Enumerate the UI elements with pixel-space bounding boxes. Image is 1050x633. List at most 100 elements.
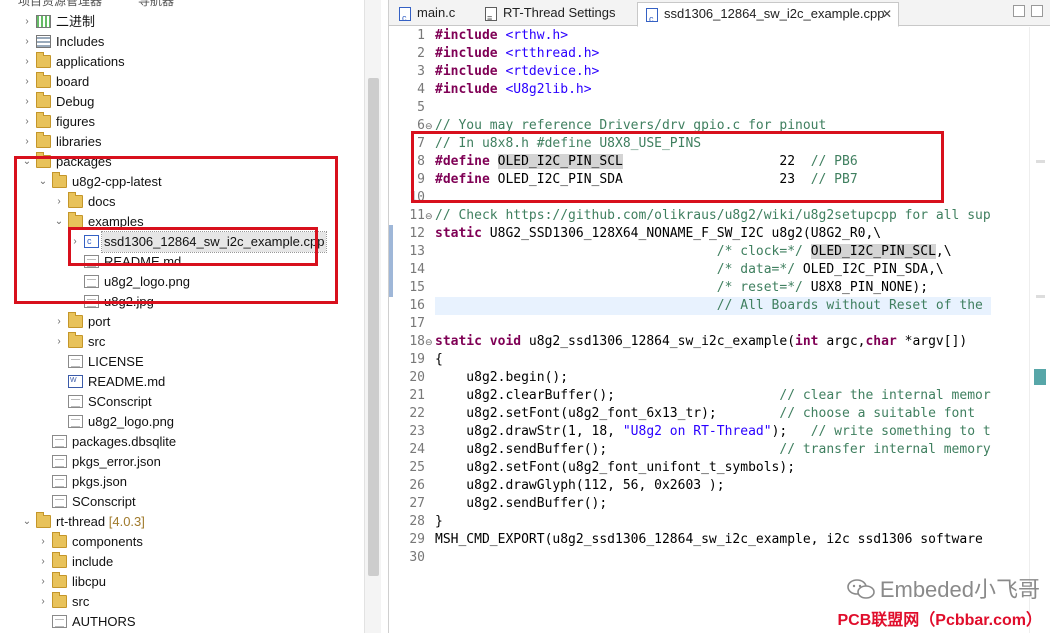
tree-scrollbar[interactable] — [364, 0, 381, 633]
tree-item[interactable]: › libcpu — [0, 572, 362, 592]
code-line: { — [435, 351, 443, 369]
code-line: // In u8x8.h #define U8X8_USE_PINS — [435, 135, 701, 153]
chevron-down-icon[interactable]: ⌄ — [22, 152, 32, 172]
wechat-watermark: Embeded小飞哥 — [846, 572, 1040, 604]
tree-item[interactable]: SConscript — [0, 492, 362, 512]
chevron-right-icon[interactable]: › — [22, 32, 32, 52]
tree-item[interactable]: › 二进制 — [0, 12, 362, 32]
minimize-icon[interactable] — [1013, 5, 1025, 17]
code-token: /* reset=*/ — [716, 280, 811, 295]
tree-item[interactable]: packages.dbsqlite — [0, 432, 362, 452]
tree-item-label: SConscript — [72, 494, 136, 509]
chevron-right-icon[interactable]: › — [22, 132, 32, 152]
tree-item[interactable]: ⌄ u8g2-cpp-latest — [0, 172, 362, 192]
chevron-down-icon[interactable]: ⌄ — [54, 212, 64, 232]
fold-toggle-icon[interactable]: ⊖ — [425, 333, 433, 351]
code-token: <rtthread.h> — [505, 46, 600, 61]
overview-mark — [1036, 160, 1045, 163]
tree-item-label: pkgs.json — [72, 474, 127, 489]
tab-main-c[interactable]: main.c — [391, 2, 475, 29]
chevron-right-icon[interactable]: › — [70, 232, 80, 252]
tree-item[interactable]: › include — [0, 552, 362, 572]
overview-position-marker[interactable] — [1034, 369, 1046, 385]
tab-ssd1306-example[interactable]: ssd1306_12864_sw_i2c_example.cpp ✕ — [637, 2, 899, 30]
line-number: 15 — [409, 280, 425, 295]
maximize-icon[interactable] — [1031, 5, 1043, 17]
tree-item[interactable]: README.md — [0, 252, 362, 272]
tree-item[interactable]: › ssd1306_12864_sw_i2c_example.cpp — [0, 231, 362, 253]
tree-item-label: u8g2.jpg — [104, 294, 154, 309]
code-token: // All Boards without Reset of the Displ… — [716, 298, 991, 313]
tree-item[interactable]: › figures — [0, 112, 362, 132]
tab-rt-thread-settings[interactable]: RT-Thread Settings — [477, 2, 635, 29]
overview-ruler[interactable] — [1029, 27, 1049, 633]
tree-item[interactable]: u8g2_logo.png — [0, 272, 362, 292]
change-marker — [389, 225, 393, 243]
line-number: 25 — [409, 460, 425, 475]
code-token: int — [795, 334, 827, 349]
code-token: OLED_I2C_PIN_SCL — [810, 244, 936, 259]
tree-item[interactable]: ⌄ packages — [0, 152, 362, 172]
tree-item[interactable]: › Debug — [0, 92, 362, 112]
chevron-right-icon[interactable]: › — [38, 592, 48, 612]
code-line: static void u8g2_ssd1306_12864_sw_i2c_ex… — [435, 333, 967, 351]
tree-item[interactable]: README.md — [0, 372, 362, 392]
code-token: #include — [435, 82, 506, 97]
code-token: // You may reference Drivers/drv_gpio.c … — [435, 118, 827, 133]
code-token: argc, — [826, 334, 866, 349]
tree-item[interactable]: AUTHORS — [0, 612, 362, 632]
tree-item[interactable]: › Includes — [0, 32, 362, 52]
tree-item[interactable]: SConscript — [0, 392, 362, 412]
tree-item[interactable]: › libraries — [0, 132, 362, 152]
tree-item[interactable]: › src — [0, 332, 362, 352]
tree-item-label: libraries — [56, 134, 102, 149]
code-editor[interactable]: 1 2 3 4 5 6 ⊖ 7 8 9 10 11 ⊖ 12 13 14 15 16 17 18 ⊖ 19 20 21 22 23… — [389, 27, 1050, 633]
fold-toggle-icon[interactable]: ⊖ — [425, 207, 433, 225]
tree-item[interactable]: pkgs.json — [0, 472, 362, 492]
chevron-right-icon[interactable]: › — [22, 92, 32, 112]
close-icon[interactable]: ✕ — [882, 3, 892, 25]
tree-item[interactable]: u8g2_logo.png — [0, 412, 362, 432]
code-token: static void — [435, 334, 529, 349]
tree-item[interactable]: › applications — [0, 52, 362, 72]
project-explorer-tab[interactable]: 项目资源管理器 — [18, 0, 102, 8]
tree-item[interactable]: › board — [0, 72, 362, 92]
chevron-down-icon[interactable]: ⌄ — [38, 172, 48, 192]
chevron-right-icon[interactable]: › — [22, 52, 32, 72]
code-token: /* clock=*/ — [716, 244, 811, 259]
tree-scrollbar-thumb[interactable] — [368, 78, 379, 576]
line-number: 2 — [417, 46, 425, 61]
chevron-right-icon[interactable]: › — [38, 572, 48, 592]
code-area[interactable]: #include <rthw.h> #include <rtthread.h> #i… — [435, 27, 991, 633]
chevron-right-icon[interactable]: › — [38, 552, 48, 572]
tree-item-label: figures — [56, 114, 96, 129]
chevron-down-icon[interactable]: ⌄ — [22, 512, 32, 532]
chevron-right-icon[interactable]: › — [38, 532, 48, 552]
tree-item-label: examples — [88, 214, 144, 229]
tree-item[interactable]: › components — [0, 532, 362, 552]
tree-item[interactable]: ⌄ rt-thread [4.0.3] — [0, 512, 362, 532]
tree-item[interactable]: › port — [0, 312, 362, 332]
tree-item[interactable]: LICENSE — [0, 352, 362, 372]
navigator-tab[interactable]: 导航器 — [138, 0, 174, 8]
line-number: 1 — [417, 28, 425, 43]
chevron-right-icon[interactable]: › — [22, 112, 32, 132]
line-number: 11 — [409, 208, 425, 223]
code-token: <U8g2lib.h> — [505, 82, 592, 97]
tree-item[interactable]: u8g2.jpg — [0, 292, 362, 312]
tree-item-label: packages.dbsqlite — [72, 434, 177, 449]
code-token: // write something to the internal memor… — [810, 424, 991, 439]
chevron-right-icon[interactable]: › — [54, 332, 64, 352]
fold-toggle-icon[interactable]: ⊖ — [425, 117, 433, 135]
chevron-right-icon[interactable]: › — [22, 72, 32, 92]
tree-item-label: Includes — [56, 34, 105, 49]
chevron-right-icon[interactable]: › — [54, 192, 64, 212]
tree-item[interactable]: ⌄ examples — [0, 212, 362, 232]
tree-item[interactable]: pkgs_error.json — [0, 452, 362, 472]
chevron-right-icon[interactable]: › — [22, 12, 32, 32]
tree-item[interactable]: › src — [0, 592, 362, 612]
chevron-right-icon[interactable]: › — [54, 312, 64, 332]
version-label: [4.0.3] — [105, 514, 145, 529]
tree-item[interactable]: › docs — [0, 192, 362, 212]
